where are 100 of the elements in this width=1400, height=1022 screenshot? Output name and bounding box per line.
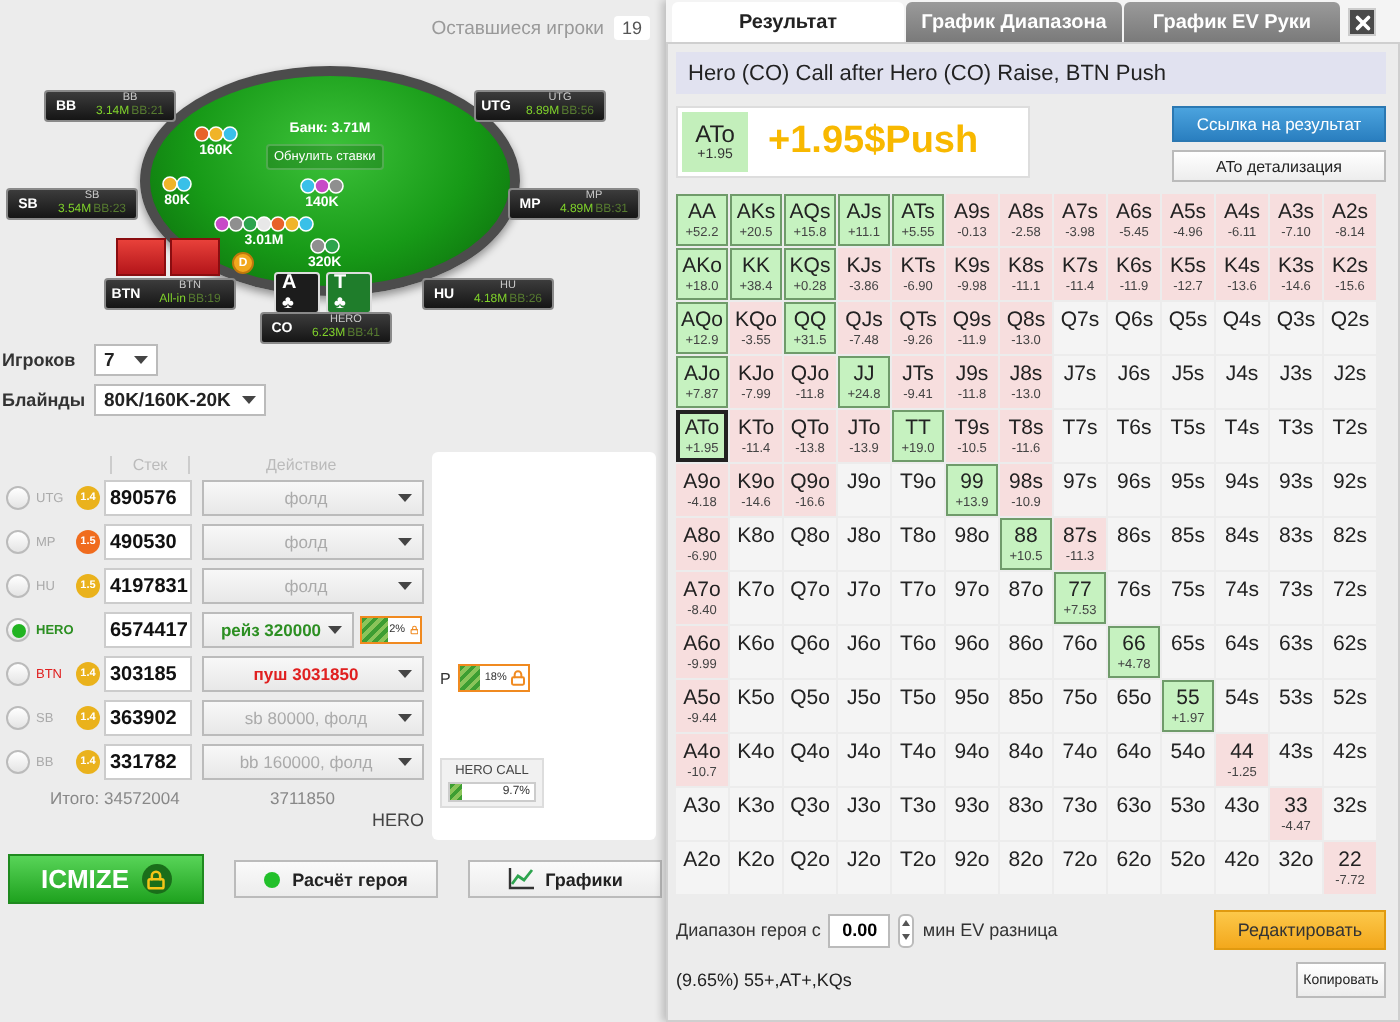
hand-cell[interactable]: K8o <box>730 518 782 570</box>
hand-cell[interactable]: T2o <box>892 842 944 894</box>
hand-cell[interactable]: Q2o <box>784 842 836 894</box>
hand-cell[interactable]: K6o <box>730 626 782 678</box>
tab[interactable]: График Диапазона <box>906 2 1122 42</box>
action-dropdown[interactable]: рейз 320000 <box>202 612 354 648</box>
hand-cell[interactable]: 86o <box>1000 626 1052 678</box>
action-dropdown[interactable]: пуш 3031850 <box>202 656 424 692</box>
hand-cell[interactable]: T3o <box>892 788 944 840</box>
hand-cell[interactable]: 52o <box>1162 842 1214 894</box>
hand-cell[interactable]: 32o <box>1270 842 1322 894</box>
radio-button[interactable] <box>6 662 30 686</box>
hand-cell[interactable]: 75s <box>1162 572 1214 624</box>
hand-cell[interactable]: 65s <box>1162 626 1214 678</box>
hand-cell[interactable]: 84s <box>1216 518 1268 570</box>
hand-cell[interactable]: 92o <box>946 842 998 894</box>
close-button[interactable] <box>1348 8 1376 36</box>
hand-cell[interactable]: 98o <box>946 518 998 570</box>
hand-cell[interactable]: T6s <box>1108 410 1160 462</box>
hand-cell[interactable]: A3o <box>676 788 728 840</box>
hand-cell[interactable]: 43o <box>1216 788 1268 840</box>
stack-field[interactable]: 363902 <box>104 700 192 736</box>
hand-cell[interactable]: J2o <box>838 842 890 894</box>
hand-cell[interactable]: 65o <box>1108 680 1160 732</box>
hand-cell[interactable]: T7o <box>892 572 944 624</box>
hand-cell[interactable]: 76s <box>1108 572 1160 624</box>
hand-cell[interactable]: J5o <box>838 680 890 732</box>
hand-cell[interactable]: J8o <box>838 518 890 570</box>
hand-cell[interactable]: Q4o <box>784 734 836 786</box>
hand-cell[interactable]: Q2s <box>1324 302 1376 354</box>
hand-cell[interactable]: 32s <box>1324 788 1376 840</box>
hand-cell[interactable]: 63o <box>1108 788 1160 840</box>
hand-cell[interactable]: Q7s <box>1054 302 1106 354</box>
hand-cell[interactable]: 97o <box>946 572 998 624</box>
hand-cell[interactable]: 42o <box>1216 842 1268 894</box>
hand-cell[interactable]: T5o <box>892 680 944 732</box>
radio-button[interactable] <box>6 530 30 554</box>
hand-cell[interactable]: J7o <box>838 572 890 624</box>
charts-button[interactable]: Графики <box>468 860 662 898</box>
hand-cell[interactable]: 43s <box>1270 734 1322 786</box>
hand-cell[interactable]: 95s <box>1162 464 1214 516</box>
hand-cell[interactable]: K7o <box>730 572 782 624</box>
details-button[interactable]: ATo детализация <box>1172 150 1386 182</box>
hand-cell[interactable]: Q8o <box>784 518 836 570</box>
hand-cell[interactable]: J4o <box>838 734 890 786</box>
result-link-button[interactable]: Ссылка на результат <box>1172 106 1386 142</box>
hand-cell[interactable]: Q6s <box>1108 302 1160 354</box>
hand-cell[interactable]: 64o <box>1108 734 1160 786</box>
hand-cell[interactable]: 86s <box>1108 518 1160 570</box>
hand-cell[interactable]: 53o <box>1162 788 1214 840</box>
hand-cell[interactable]: K3o <box>730 788 782 840</box>
hand-cell[interactable]: 73o <box>1054 788 1106 840</box>
hand-cell[interactable]: J7s <box>1054 356 1106 408</box>
hand-cell[interactable]: Q3s <box>1270 302 1322 354</box>
edit-button[interactable]: Редактировать <box>1214 910 1386 950</box>
hand-cell[interactable]: Q6o <box>784 626 836 678</box>
hand-cell[interactable]: 72s <box>1324 572 1376 624</box>
hand-cell[interactable]: T4s <box>1216 410 1268 462</box>
tab[interactable]: Результат <box>672 2 904 42</box>
hand-cell[interactable]: J9o <box>838 464 890 516</box>
hand-cell[interactable]: A2o <box>676 842 728 894</box>
hand-cell[interactable]: 54o <box>1162 734 1214 786</box>
stepper-button[interactable] <box>898 913 915 947</box>
stack-field[interactable]: 331782 <box>104 744 192 780</box>
radio-button[interactable] <box>6 574 30 598</box>
hand-cell[interactable]: 83o <box>1000 788 1052 840</box>
radio-button[interactable] <box>6 750 30 774</box>
hand-cell[interactable]: K5o <box>730 680 782 732</box>
hand-cell[interactable]: 93s <box>1270 464 1322 516</box>
min-ev-field[interactable]: 0.00 <box>828 913 891 947</box>
hand-cell[interactable]: Q7o <box>784 572 836 624</box>
hand-cell[interactable]: 94s <box>1216 464 1268 516</box>
hand-cell[interactable]: 72o <box>1054 842 1106 894</box>
hand-cell[interactable]: J6o <box>838 626 890 678</box>
hand-cell[interactable]: J2s <box>1324 356 1376 408</box>
hand-cell[interactable]: K2o <box>730 842 782 894</box>
hand-cell[interactable]: 96s <box>1108 464 1160 516</box>
hand-cell[interactable]: 93o <box>946 788 998 840</box>
hand-cell[interactable]: 92s <box>1324 464 1376 516</box>
hand-cell[interactable]: 74o <box>1054 734 1106 786</box>
stack-field[interactable]: 6574417 <box>104 612 192 648</box>
stack-field[interactable]: 890576 <box>104 480 192 516</box>
hand-cell[interactable]: Q5s <box>1162 302 1214 354</box>
radio-button[interactable] <box>6 706 30 730</box>
hero-calc-button[interactable]: Расчёт героя <box>234 860 438 898</box>
hand-cell[interactable]: J4s <box>1216 356 1268 408</box>
hand-cell[interactable]: T3s <box>1270 410 1322 462</box>
hand-cell[interactable]: 62s <box>1324 626 1376 678</box>
hand-cell[interactable]: 62o <box>1108 842 1160 894</box>
hand-cell[interactable]: K4o <box>730 734 782 786</box>
hand-cell[interactable]: 73s <box>1270 572 1322 624</box>
hand-cell[interactable]: 63s <box>1270 626 1322 678</box>
hand-cell[interactable]: T8o <box>892 518 944 570</box>
hand-cell[interactable]: 54s <box>1216 680 1268 732</box>
hand-cell[interactable]: T6o <box>892 626 944 678</box>
hand-cell[interactable]: 84o <box>1000 734 1052 786</box>
hand-cell[interactable]: J3s <box>1270 356 1322 408</box>
hand-cell[interactable]: 94o <box>946 734 998 786</box>
hand-cell[interactable]: 42s <box>1324 734 1376 786</box>
hand-cell[interactable]: 82s <box>1324 518 1376 570</box>
